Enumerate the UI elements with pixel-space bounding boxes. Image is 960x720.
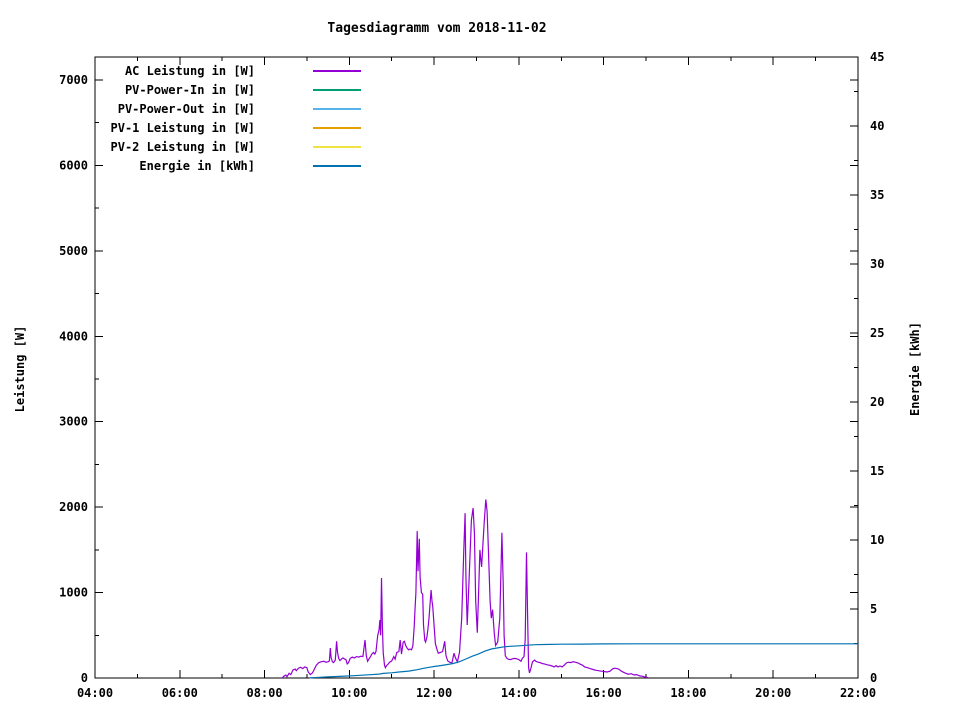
y-right-tick-label: 10 [870, 533, 884, 547]
y-right-tick-label: 40 [870, 119, 884, 133]
x-tick-label: 04:00 [77, 686, 113, 700]
y-right-tick-label: 45 [870, 50, 884, 64]
y-right-tick-label: 15 [870, 464, 884, 478]
legend-label: PV-1 Leistung in [W] [111, 121, 256, 135]
legend: AC Leistung in [W] PV-Power-In in [W] PV-P… [111, 64, 362, 173]
legend-label: PV-Power-In in [W] [125, 83, 255, 97]
y-left-tick-label: 0 [81, 671, 88, 685]
x-tick-label: 18:00 [670, 686, 706, 700]
x-tick-label: 16:00 [586, 686, 622, 700]
series-ac-leistung-in-w [282, 500, 648, 679]
legend-label: PV-Power-Out in [W] [118, 102, 255, 116]
y-right-tick-label: 25 [870, 326, 884, 340]
x-tick-label: 20:00 [755, 686, 791, 700]
y-right-tick-label: 0 [870, 671, 877, 685]
y-left-tick-label: 4000 [59, 329, 88, 343]
y-right-tick-label: 5 [870, 602, 877, 616]
y-left-tick-label: 1000 [59, 586, 88, 600]
x-tick-label: 06:00 [162, 686, 198, 700]
y-left-tick-label: 3000 [59, 415, 88, 429]
y-left-tick-label: 6000 [59, 158, 88, 172]
chart-page: { "title": "Tagesdiagramm vom 2018-11-02… [0, 0, 960, 720]
x-tick-label: 08:00 [246, 686, 282, 700]
x-tick-label: 10:00 [331, 686, 367, 700]
y-right-tick-label: 20 [870, 395, 884, 409]
y-left-tick-label: 2000 [59, 500, 88, 514]
legend-label: Energie in [kWh] [139, 159, 255, 173]
chart-canvas: 04:00 06:00 08:00 10:00 12:00 14:00 16:00 18:00… [0, 0, 960, 720]
y-left-tick-label: 7000 [59, 73, 88, 87]
x-tick-label: 22:00 [840, 686, 876, 700]
x-tick-label: 14:00 [501, 686, 537, 700]
y-left-tick-label: 5000 [59, 244, 88, 258]
y-right-tick-label: 30 [870, 257, 884, 271]
y-right-tick-label: 35 [870, 188, 884, 202]
legend-label: PV-2 Leistung in [W] [111, 140, 256, 154]
legend-label: AC Leistung in [W] [125, 64, 255, 78]
x-tick-label: 12:00 [416, 686, 452, 700]
